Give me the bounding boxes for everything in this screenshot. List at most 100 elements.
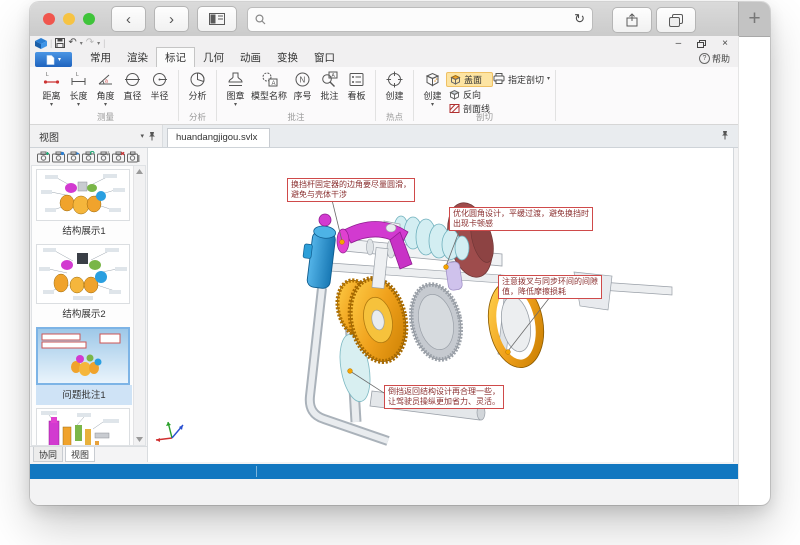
minimize-window-button[interactable] [63, 13, 75, 25]
thumbnail-caption: 问题批注1 [36, 385, 132, 405]
angle-button[interactable]: a 角度 ▾ [92, 68, 119, 113]
share-icon [626, 13, 638, 27]
dropdown-caret-icon: ▾ [104, 103, 107, 107]
tab-donghua[interactable]: 动画 [232, 48, 269, 67]
separator: | [50, 38, 52, 48]
reverse-button[interactable]: 反向 [446, 88, 493, 101]
tab-biaoji[interactable]: 标记 [156, 47, 195, 67]
assign-section-button[interactable]: 指定剖切 ▾ [493, 68, 550, 113]
zoom-window-button[interactable] [83, 13, 95, 25]
camera-loop-icon[interactable] [82, 151, 95, 163]
tab-chuangkou[interactable]: 窗口 [306, 48, 343, 67]
model-canvas[interactable]: 换挡杆固定器的边角要尽量圆滑， 避免与壳体干涉 优化圆角设计，平缓过渡，避免换挡… [148, 148, 734, 462]
ribbon-group-annotate: 图章 ▾ A 模型名称 N 序号 [217, 67, 375, 124]
view-thumbnail-2[interactable]: 结构展示2 [36, 244, 132, 324]
document-tab-bar: 视图 ▾ huandangjigou.svlx [30, 125, 738, 148]
model-name-button[interactable]: A 模型名称 [249, 68, 289, 113]
sidebar-icon [209, 13, 225, 25]
analyze-button[interactable]: 分析 [184, 68, 211, 113]
app-minimize-button[interactable]: – [676, 39, 682, 49]
app-close-button[interactable]: × [722, 39, 728, 49]
cad-app: | ↶ ▾ ↷ ▾ | – × [30, 36, 739, 505]
help-label: 帮助 [712, 52, 730, 65]
redo-icon[interactable]: ↷ [86, 38, 94, 48]
length-button[interactable]: L 长度 ▾ [65, 68, 92, 113]
view-panel-toolbar [30, 148, 147, 165]
ribbon-group-hotspot: 创建 热点 [376, 67, 413, 124]
tab-xuanran[interactable]: 渲染 [119, 48, 156, 67]
file-menu-button[interactable]: ▾ [35, 52, 72, 67]
tabs-icon [669, 14, 683, 27]
note-button[interactable]: A 批注 [316, 68, 343, 113]
help-button[interactable]: ? 帮助 [699, 52, 730, 65]
undo-caret-icon[interactable]: ▾ [80, 40, 83, 47]
app-maximize-button[interactable] [697, 40, 706, 48]
distance-icon: L [43, 71, 60, 88]
cap-face-button[interactable]: 盖面 [446, 72, 493, 87]
annotation-3[interactable]: 注意拨叉与同步环间的间隙 值，降低摩擦损耗 [498, 275, 602, 299]
camera-export-icon[interactable] [127, 151, 140, 163]
reload-icon[interactable]: ↻ [574, 11, 585, 27]
new-tab-button[interactable]: + [738, 2, 770, 36]
pin-icon[interactable] [721, 130, 729, 140]
tab-view[interactable]: 视图 [65, 447, 95, 462]
address-search-field[interactable]: ↻ [247, 7, 593, 32]
redo-caret-icon[interactable]: ▾ [97, 40, 100, 47]
diameter-button[interactable]: 直径 [119, 68, 146, 113]
undo-icon[interactable]: ↶ [68, 38, 76, 48]
view-panel: 结构展示1 [30, 148, 148, 462]
camera-new-view-icon[interactable] [37, 151, 50, 163]
view-thumbnail-4[interactable] [36, 408, 132, 446]
view-thumbnail-1[interactable]: 结构展示1 [36, 169, 132, 241]
scroll-up-icon[interactable] [136, 169, 143, 174]
annotation-4[interactable]: 倒挡返回结构设计再合理一些， 让驾驶员操纵更加省力、灵活。 [384, 385, 504, 409]
camera-play-icon[interactable] [67, 151, 80, 163]
camera-settings-icon[interactable] [97, 151, 110, 163]
tab-changyong[interactable]: 常用 [82, 48, 119, 67]
view-thumbnail-3-selected[interactable]: 问题批注1 [36, 327, 132, 405]
file-icon [46, 55, 55, 65]
annotation-2[interactable]: 优化圆角设计，平缓过渡，避免换挡时 出现卡顿感 [449, 207, 593, 231]
svg-text:A: A [271, 81, 275, 87]
stamp-button[interactable]: 图章 ▾ [222, 68, 249, 113]
assign-section-icon [493, 73, 505, 84]
separator: | [103, 38, 105, 48]
board-icon [348, 71, 365, 88]
camera-delete-icon[interactable] [112, 151, 125, 163]
group-label-section: 剖切 [414, 111, 555, 123]
annotation-1[interactable]: 换挡杆固定器的边角要尽量圆滑， 避免与壳体干涉 [287, 178, 415, 202]
sequence-button[interactable]: N 序号 [289, 68, 316, 113]
dropdown-caret-icon: ▾ [547, 73, 550, 81]
radius-button[interactable]: 半径 [146, 68, 173, 113]
camera-update-icon[interactable] [52, 151, 65, 163]
dropdown-caret-icon: ▾ [77, 103, 80, 107]
distance-button[interactable]: L 距离 ▾ [38, 68, 65, 113]
tab-collaboration[interactable]: 协同 [33, 447, 63, 462]
thumbnail-image [36, 169, 130, 221]
hotspot-create-button[interactable]: 创建 [381, 68, 408, 113]
document-tab[interactable]: huandangjigou.svlx [167, 128, 270, 147]
share-button[interactable] [612, 7, 652, 33]
ribbon: L 距离 ▾ L 长度 ▾ [30, 67, 738, 125]
hotspot-icon [386, 71, 403, 88]
save-icon[interactable] [55, 38, 65, 48]
section-create-button[interactable]: 创建 ▾ [419, 68, 446, 113]
dropdown-caret-icon: ▾ [234, 103, 237, 107]
status-bar-divider [256, 466, 257, 477]
sidebar-toggle-button[interactable] [197, 6, 237, 32]
group-label-hotspot: 热点 [376, 111, 413, 123]
pin-icon[interactable] [148, 131, 156, 141]
board-button[interactable]: 看板 [343, 68, 370, 113]
thumbnail-image [36, 244, 130, 304]
tab-jihe[interactable]: 几何 [195, 48, 232, 67]
panel-caret-icon[interactable]: ▾ [140, 132, 144, 140]
thumbnail-scrollbar[interactable] [133, 166, 145, 445]
tab-bianhuan[interactable]: 变换 [269, 48, 306, 67]
back-button[interactable]: ‹ [111, 6, 146, 32]
dropdown-caret-icon: ▾ [50, 103, 53, 107]
thumbnail-caption: 结构展示2 [36, 304, 132, 324]
forward-button[interactable]: › [154, 6, 189, 32]
tab-overview-button[interactable] [656, 7, 696, 33]
scroll-down-icon[interactable] [136, 437, 143, 442]
close-window-button[interactable] [43, 13, 55, 25]
